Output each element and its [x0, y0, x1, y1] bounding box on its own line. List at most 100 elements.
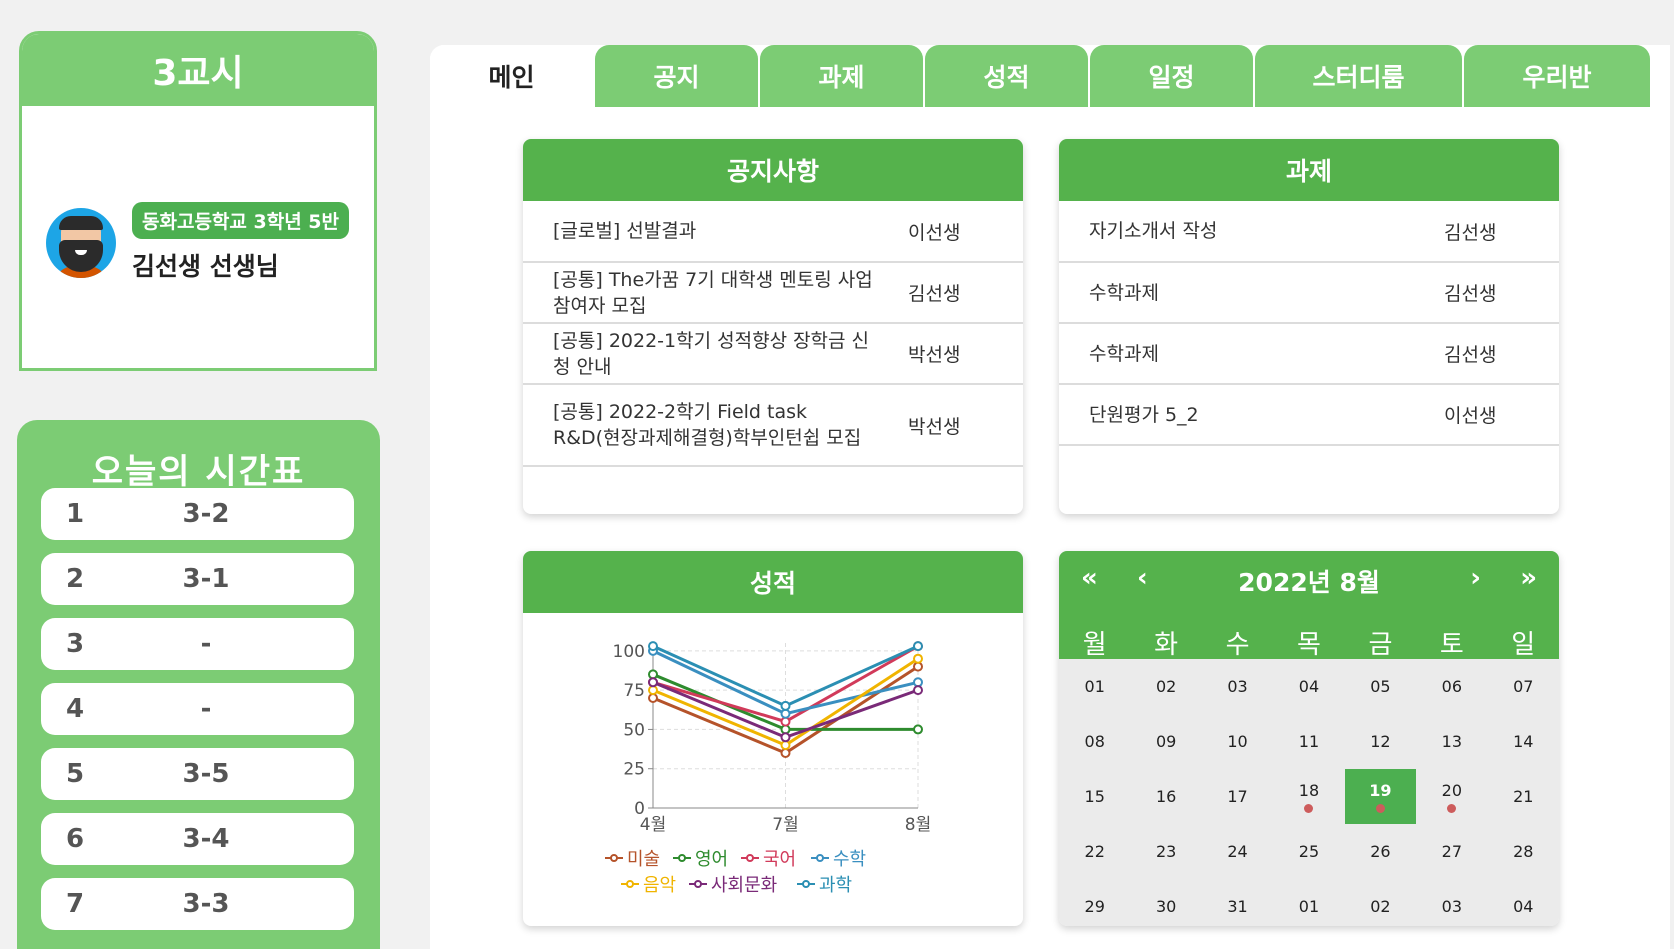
assignment-item-title: 수학과제 [1089, 342, 1159, 365]
period-number: 5 [66, 759, 85, 789]
assignment-card: 과제 자기소개서 작성 김선생 수학과제 김선생 수학과제 김선생 단원평가 5_2 이… [1059, 139, 1559, 514]
calendar-day[interactable]: 23 [1130, 824, 1201, 879]
calendar-day[interactable]: 30 [1130, 879, 1201, 926]
notice-row[interactable]: [공통] 2022-1학기 성적향상 장학금 신청 안내 박선생 [523, 324, 1023, 385]
calendar-day-number: 14 [1513, 732, 1534, 751]
calendar-day-number: 05 [1370, 677, 1391, 696]
calendar-day[interactable]: 10 [1202, 714, 1273, 769]
timetable-row[interactable]: 5 3-5 [41, 748, 354, 800]
calendar-day-number: 02 [1155, 677, 1177, 696]
calendar-day-number: 31 [1227, 897, 1248, 916]
next-month-button[interactable]: › [1470, 563, 1481, 593]
calendar-day[interactable]: 29 [1059, 879, 1130, 926]
calendar-day[interactable]: 03 [1416, 879, 1487, 926]
calendar-day[interactable]: 02 [1345, 879, 1416, 926]
calendar-day[interactable]: 27 [1416, 824, 1487, 879]
period-title: 3교시 [22, 34, 374, 106]
calendar-day[interactable]: 24 [1202, 824, 1273, 879]
notice-item-writer: 박선생 [908, 415, 961, 438]
calendar-day-number: 03 [1441, 897, 1462, 916]
calendar-day[interactable]: 25 [1273, 824, 1344, 879]
event-dot-icon [1447, 803, 1457, 813]
assignment-row[interactable]: 단원평가 5_2 이선생 [1059, 385, 1559, 446]
calendar-day-number: 28 [1513, 842, 1534, 861]
calendar-day[interactable]: 05 [1345, 659, 1416, 714]
notice-row[interactable]: [공통] 2022-2학기 Field task R&D(현장과제해결형)학부인… [523, 385, 1023, 467]
weekday-label: 일 [1511, 630, 1536, 660]
assignment-row[interactable]: 자기소개서 작성 김선생 [1059, 201, 1559, 263]
calendar-day[interactable]: 13 [1416, 714, 1487, 769]
calendar-day[interactable]: 31 [1202, 879, 1273, 926]
calendar-day-number: 23 [1155, 842, 1177, 861]
calendar-day[interactable]: 19 [1344, 769, 1417, 824]
notice-row[interactable]: [공통] The가꿈 7기 대학생 멘토링 사업 참여자 모집 김선생 [523, 263, 1023, 324]
calendar-day[interactable]: 20 [1416, 769, 1487, 824]
calendar-day-number: 19 [1369, 780, 1392, 800]
grades-line-chart: 02550751004월 7월 8월미술 영어 국어 수학음악 사회문화 과학 [605, 641, 931, 896]
tab-studyroom[interactable]: 스터디룸 [1255, 45, 1462, 107]
tab-myclass[interactable]: 우리반 [1464, 45, 1650, 107]
calendar-day[interactable]: 08 [1059, 714, 1130, 769]
calendar-day-number: 10 [1227, 732, 1248, 751]
calendar-day[interactable]: 12 [1345, 714, 1416, 769]
assignment-row[interactable]: 수학과제 김선생 [1059, 324, 1559, 385]
next-year-button[interactable]: » [1520, 563, 1537, 593]
notice-row[interactable]: [글로벌] 선발결과 이선생 [523, 201, 1023, 263]
calendar-day[interactable]: 17 [1202, 769, 1273, 824]
calendar-day[interactable]: 09 [1130, 714, 1201, 769]
class-name: - [200, 629, 212, 659]
legend-label: 과학 [819, 875, 852, 896]
x-tick-label: 4월 [640, 815, 666, 835]
calendar-day[interactable]: 01 [1059, 659, 1130, 714]
tab-main[interactable]: 메인 [430, 45, 593, 107]
weekday-label: 월 [1082, 630, 1107, 660]
calendar-day[interactable]: 21 [1488, 769, 1559, 824]
assignment-item-title: 수학과제 [1089, 281, 1159, 304]
tab-notice[interactable]: 공지 [595, 45, 758, 107]
calendar-day[interactable]: 01 [1273, 879, 1344, 926]
calendar-day[interactable]: 02 [1130, 659, 1201, 714]
calendar-day[interactable]: 04 [1488, 879, 1559, 926]
calendar-day[interactable]: 06 [1416, 659, 1487, 714]
calendar-day[interactable]: 07 [1488, 659, 1559, 714]
teacher-profile: 동화고등학교 3학년 5반 김선생 선생님 [46, 202, 349, 283]
timetable-row[interactable]: 7 3-3 [41, 878, 354, 930]
calendar-day[interactable]: 16 [1130, 769, 1201, 824]
y-tick-label: 75 [623, 681, 645, 701]
tab-assignment[interactable]: 과제 [760, 45, 923, 107]
timetable-title: 오늘의 시간표 [91, 452, 306, 492]
legend-label: 영어 [695, 849, 728, 870]
calendar-day[interactable]: 14 [1488, 714, 1559, 769]
calendar-day-number: 13 [1441, 732, 1462, 751]
timetable-row[interactable]: 1 3-2 [41, 488, 354, 540]
data-point [780, 700, 791, 711]
legend-marker [626, 880, 634, 888]
tab-grades[interactable]: 성적 [925, 45, 1088, 107]
calendar-day[interactable]: 04 [1273, 659, 1344, 714]
assignment-row[interactable]: 수학과제 김선생 [1059, 263, 1559, 324]
calendar-day[interactable]: 11 [1273, 714, 1344, 769]
calendar-day-number: 15 [1084, 787, 1105, 806]
calendar-day[interactable]: 03 [1202, 659, 1273, 714]
calendar-day-number: 01 [1298, 897, 1320, 916]
calendar-day[interactable]: 18 [1273, 769, 1344, 824]
legend-label: 미술 [627, 849, 660, 870]
tab-schedule[interactable]: 일정 [1090, 45, 1253, 107]
notice-item-writer: 박선생 [908, 344, 961, 366]
period-number: 6 [66, 824, 85, 854]
timetable-row[interactable]: 4- [41, 683, 354, 735]
calendar-day[interactable]: 26 [1345, 824, 1416, 879]
calendar-day[interactable]: 15 [1059, 769, 1130, 824]
data-point [648, 669, 658, 680]
notice-item-writer: 이선생 [908, 221, 961, 244]
timetable-row[interactable]: 2 3-1 [41, 553, 354, 605]
weekday-label: 금 [1368, 630, 1393, 660]
calendar-day[interactable]: 28 [1488, 824, 1559, 879]
calendar-day[interactable]: 22 [1059, 824, 1130, 879]
class-name: 3-2 [182, 499, 230, 529]
today-timetable: 오늘의 시간표 1 3-2 2 3-1 3- 4- 5 3-5 6 3-4 7 3-3 [17, 420, 380, 949]
timetable-row[interactable]: 3- [41, 618, 354, 670]
timetable-row[interactable]: 6 3-4 [41, 813, 354, 865]
data-point [648, 685, 658, 696]
period-number: 2 [66, 564, 85, 594]
